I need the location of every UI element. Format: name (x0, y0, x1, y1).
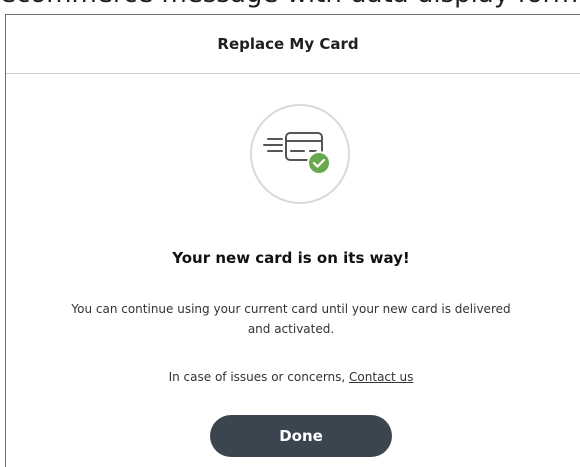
issues-line: In case of issues or concerns, Contact u… (6, 370, 576, 384)
done-button[interactable]: Done (210, 415, 392, 457)
confirmation-body: You can continue using your current card… (71, 302, 511, 336)
card-shipping-check-icon (250, 104, 350, 204)
issues-prefix: In case of issues or concerns, (168, 370, 350, 384)
card-icon-graphic (263, 132, 331, 175)
page-caption: ecommerce message with data display form (0, 0, 580, 9)
modal-title: Replace My Card (217, 35, 359, 53)
replace-card-modal: Replace My Card Your new card is on its … (5, 14, 580, 467)
confirmation-headline: Your new card is on its way! (172, 249, 410, 267)
contact-us-link[interactable]: Contact us (349, 370, 413, 384)
page: ecommerce message with data display form… (0, 0, 580, 467)
modal-header: Replace My Card (6, 15, 580, 74)
